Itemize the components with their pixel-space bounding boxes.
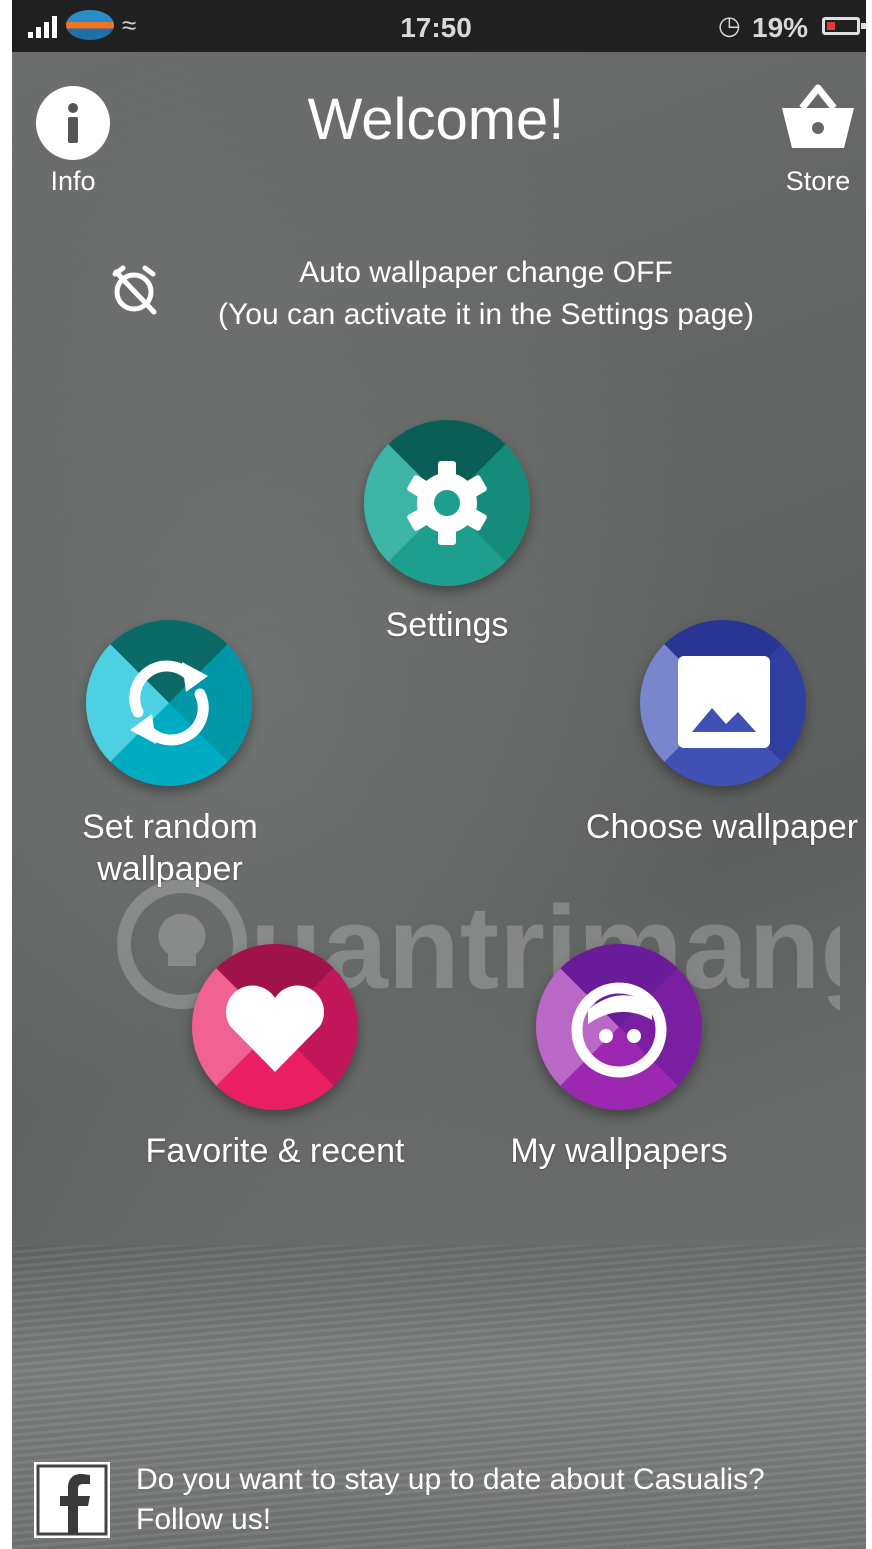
basket-icon xyxy=(782,84,854,148)
settings-circle-graphic xyxy=(364,420,530,586)
notice-line-2: (You can activate it in the Settings pag… xyxy=(218,298,754,331)
battery-percent: 19% xyxy=(752,12,809,43)
my-wallpapers-label: My wallpapers xyxy=(510,1132,728,1170)
random-circle-graphic xyxy=(86,620,252,786)
random-wallpaper-label: Set random wallpaper xyxy=(82,808,258,888)
facebook-icon xyxy=(36,1464,108,1536)
screen-edge-right xyxy=(866,0,872,1549)
random-wallpaper-button[interactable] xyxy=(86,620,252,786)
choose-wallpaper-label: Choose wallpaper xyxy=(585,808,859,846)
info-label: Info xyxy=(50,166,96,196)
my-wallpapers-button[interactable] xyxy=(536,944,702,1110)
page-title: Welcome! xyxy=(307,87,565,152)
notice-line-1: Auto wallpaper change OFF xyxy=(299,256,673,289)
favorite-recent-label: Favorite & recent xyxy=(145,1132,405,1170)
settings-button[interactable] xyxy=(364,420,530,586)
alarm-off-icon xyxy=(112,265,157,315)
choose-circle-graphic xyxy=(640,620,806,786)
store-button[interactable] xyxy=(778,78,858,156)
follow-us-text[interactable]: Do you want to stay up to date about Cas… xyxy=(136,1460,856,1540)
status-time: 17:50 xyxy=(400,12,472,43)
mywallpapers-circle-graphic xyxy=(536,944,702,1110)
image-icon xyxy=(678,656,770,748)
battery-icon xyxy=(822,17,866,35)
favorite-circle-graphic xyxy=(192,944,358,1110)
auto-change-notice: Auto wallpaper change OFF (You can activ… xyxy=(170,252,802,336)
facebook-button[interactable] xyxy=(34,1462,110,1538)
settings-label: Settings xyxy=(385,606,509,644)
footer-line-2: Follow us! xyxy=(136,1503,272,1536)
favorite-recent-button[interactable] xyxy=(192,944,358,1110)
screen-edge-left xyxy=(0,0,12,1549)
status-bar: ≈ 17:50 ◷ 19% xyxy=(0,0,872,52)
footer-line-1: Do you want to stay up to date about Cas… xyxy=(136,1463,765,1496)
alarm-clock-icon: ◷ xyxy=(718,10,741,40)
choose-wallpaper-button[interactable] xyxy=(640,620,806,786)
home-screen: ≈ 17:50 ◷ 19% Info Welcome! Store Auto w… xyxy=(0,0,872,1549)
store-label: Store xyxy=(785,166,851,196)
